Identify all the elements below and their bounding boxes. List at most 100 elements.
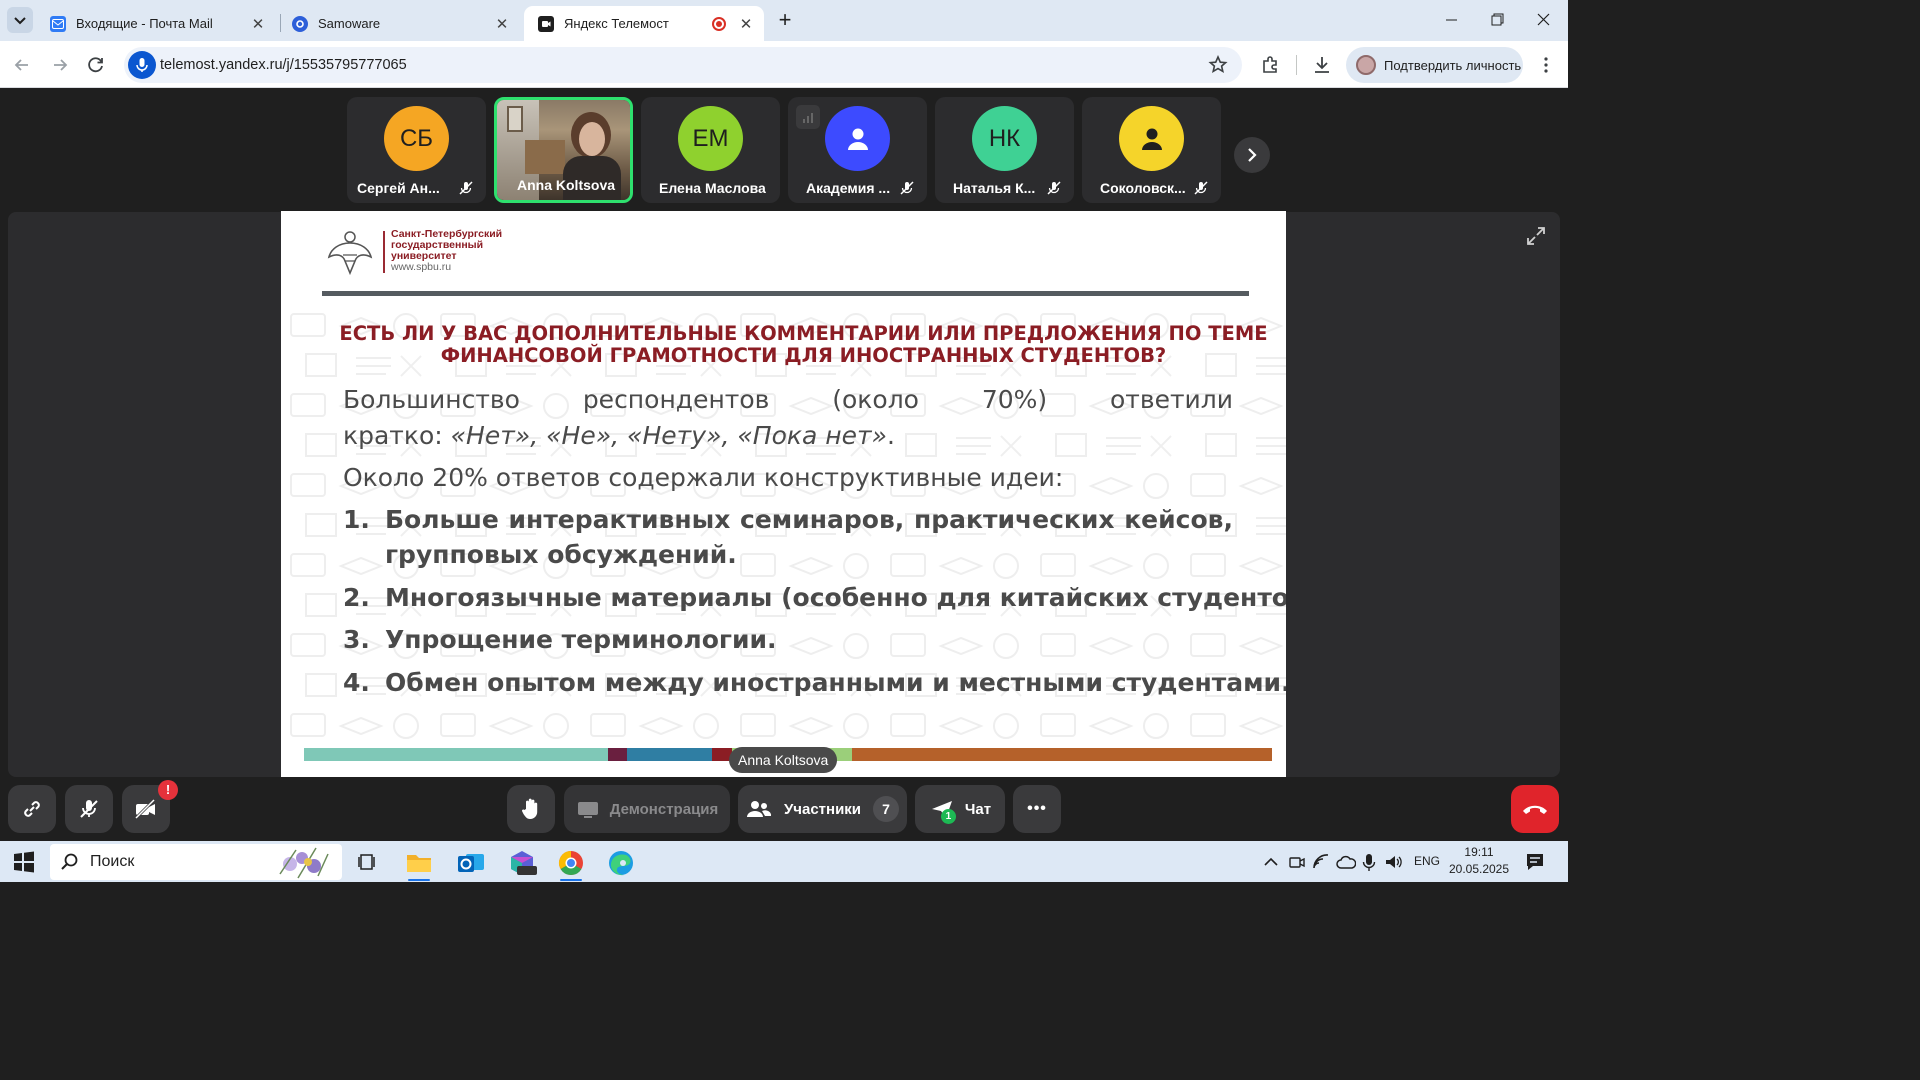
participant-tile-active-speaker[interactable]: Anna Koltsova	[494, 97, 633, 203]
chat-button[interactable]: 1 Чат	[915, 785, 1005, 833]
bookmark-star-button[interactable]	[1206, 53, 1230, 77]
para1-line2: кратко: «Нет», «Не», «Нету», «Пока нет».	[343, 421, 1233, 463]
slide-heading-line: ЕСТЬ ЛИ У ВАС ДОПОЛНИТЕЛЬНЫЕ КОММЕНТАРИИ…	[339, 322, 1268, 345]
university-url: www.spbu.ru	[391, 261, 452, 273]
start-button[interactable]	[12, 850, 36, 874]
verify-identity-button[interactable]: Подтвердить личность	[1346, 47, 1523, 83]
word: Большинство	[343, 385, 520, 414]
puzzle-icon	[1263, 56, 1277, 73]
list-item-text: Многоязычные материалы (особенно для кит…	[385, 583, 1286, 612]
volume-icon[interactable]	[1384, 853, 1404, 871]
slide-heading: ЕСТЬ ЛИ У ВАС ДОПОЛНИТЕЛЬНЫЕ КОММЕНТАРИИ…	[301, 323, 1286, 367]
forward-button[interactable]	[48, 53, 72, 77]
taskbar-search[interactable]: Поиск	[50, 844, 342, 880]
university-name: Санкт-Петербургский государственный унив…	[391, 229, 502, 273]
participant-tile[interactable]: Соколовск...	[1082, 97, 1221, 203]
list-item-line: Больше интерактивных семинаров, практиче…	[385, 505, 1233, 534]
fullscreen-button[interactable]	[1522, 222, 1550, 250]
microphone-toggle-button[interactable]	[65, 785, 113, 833]
next-participants-button[interactable]	[1234, 137, 1270, 173]
file-explorer-app[interactable]	[400, 845, 438, 881]
participant-tile[interactable]: СБ Сергей Ан...	[347, 97, 486, 203]
language-indicator[interactable]: ENG	[1414, 854, 1440, 868]
samoware-icon	[292, 15, 308, 32]
profile-avatar-icon	[1356, 55, 1376, 75]
tab-telemost[interactable]: Яндекс Телемост ✕	[524, 6, 764, 41]
person-icon	[1141, 128, 1162, 150]
close-icon[interactable]: ✕	[246, 15, 270, 33]
para2: Около 20% ответов содержали конструктивн…	[343, 463, 1064, 492]
list-item: 2. Многоязычные материалы (особенно для …	[343, 583, 1286, 625]
list-item-text: Обмен опытом между иностранными и местны…	[385, 668, 1286, 697]
link-icon	[24, 801, 40, 817]
tab-search-button[interactable]	[7, 7, 33, 33]
chrome-app[interactable]	[552, 845, 590, 881]
extensions-button[interactable]	[1258, 53, 1282, 77]
minimize-button[interactable]	[1438, 10, 1464, 30]
restore-button[interactable]	[1484, 10, 1510, 30]
reload-button[interactable]	[84, 53, 108, 77]
participant-name: Соколовск...	[1100, 180, 1186, 196]
word: 70%)	[981, 385, 1048, 414]
slide-heading-line: ФИНАНСОВОЙ ГРАМОТНОСТИ ДЛЯ ИНОСТРАННЫХ С…	[440, 344, 1167, 367]
screen-share-button[interactable]: Демонстрация	[564, 785, 730, 833]
camera-off-icon	[134, 798, 156, 820]
participant-tile[interactable]: ЕМ Елена Маслова	[641, 97, 780, 203]
spbu-crest-logo	[327, 231, 373, 276]
tab-samoware[interactable]: Samoware ✕	[278, 6, 520, 41]
star-icon	[1208, 55, 1228, 74]
word: ответили	[1109, 385, 1233, 414]
browser-menu-button[interactable]	[1534, 53, 1558, 77]
chrome-icon	[558, 851, 583, 876]
microsoft365-app[interactable]	[503, 845, 541, 881]
list-number: 3.	[343, 625, 370, 654]
close-icon[interactable]: ✕	[734, 15, 758, 33]
address-bar[interactable]: telemost.yandex.ru/j/15535795777065	[124, 47, 1242, 83]
outlook-icon	[458, 854, 484, 872]
copy-link-button[interactable]	[8, 785, 56, 833]
close-icon[interactable]: ✕	[490, 15, 514, 33]
search-icon	[61, 853, 78, 870]
participant-tile[interactable]: НК Наталья К...	[935, 97, 1074, 203]
clock-date: 20.05.2025	[1448, 862, 1510, 876]
chevron-down-icon	[14, 17, 26, 25]
folder-icon	[407, 855, 431, 872]
close-window-button[interactable]	[1530, 10, 1556, 30]
microphone-permission-icon[interactable]	[128, 51, 156, 79]
camera-tray-icon[interactable]	[1288, 853, 1306, 871]
onedrive-cloud-icon[interactable]	[1336, 853, 1356, 871]
url-text: telemost.yandex.ru/j/15535795777065	[160, 57, 407, 73]
chat-unread-badge: 1	[940, 809, 956, 824]
downloads-button[interactable]	[1310, 53, 1334, 77]
avatar: СБ	[384, 106, 449, 171]
download-icon	[1315, 57, 1329, 73]
participants-button[interactable]: Участники 7	[738, 785, 907, 833]
clock[interactable]: 19:11 20.05.2025	[1446, 844, 1512, 878]
tab-mail[interactable]: Входящие - Почта Mail ✕	[36, 6, 276, 41]
participant-tile[interactable]: Академия ...	[788, 97, 927, 203]
tray-overflow-chevron-icon[interactable]	[1262, 853, 1280, 871]
more-options-button[interactable]: •••	[1013, 785, 1061, 833]
participant-name: Академия ...	[806, 180, 891, 196]
avatar: НК	[972, 106, 1037, 171]
signal-bars-icon	[796, 105, 820, 129]
meeting-controls: ! Демонстрация Участники 7 1 Чат •••	[0, 777, 1568, 841]
notifications-icon[interactable]	[1524, 851, 1546, 873]
outlook-app[interactable]	[452, 845, 490, 881]
expand-icon	[1527, 227, 1545, 245]
raise-hand-button[interactable]	[507, 785, 555, 833]
new-tab-button[interactable]: +	[772, 8, 798, 34]
wifi-icon[interactable]	[1312, 853, 1330, 871]
hang-up-button[interactable]	[1511, 785, 1559, 833]
edge-app[interactable]	[602, 845, 640, 881]
presentation-slide: Санкт-Петербургский государственный унив…	[281, 211, 1286, 777]
mail-icon	[50, 15, 66, 32]
logo-divider	[383, 231, 385, 273]
list-item-continuation: групповых обсуждений.	[385, 540, 737, 569]
participant-name: Anna Koltsova	[517, 177, 616, 193]
running-indicator	[560, 879, 582, 881]
speaker-label: Anna Koltsova	[729, 747, 838, 773]
back-button[interactable]	[10, 53, 34, 77]
task-view-button[interactable]	[355, 849, 381, 875]
microphone-tray-icon[interactable]	[1362, 852, 1376, 872]
